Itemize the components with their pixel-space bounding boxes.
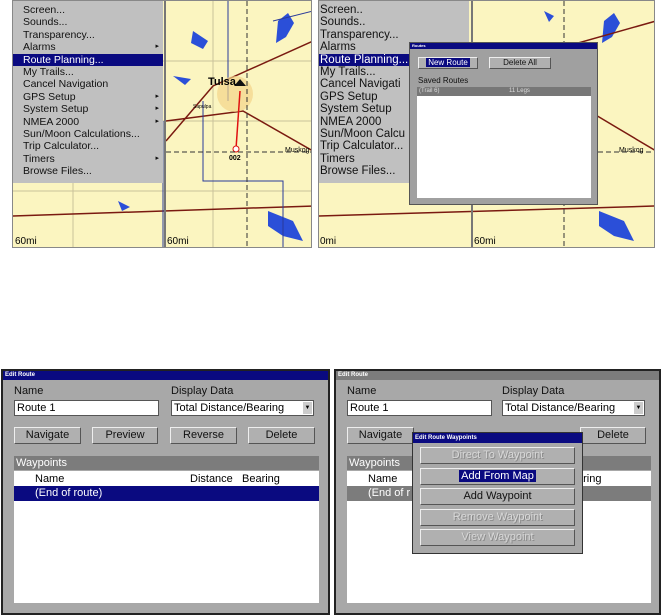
menu-item-label: Sun/Moon Calculations... (23, 127, 140, 140)
menu-item-label: My Trails... (23, 65, 74, 78)
menu-item[interactable]: My Trails... (13, 66, 163, 78)
navigate-button[interactable]: Navigate (14, 427, 81, 444)
popup-item[interactable]: Add Waypoint (420, 488, 575, 505)
waypoints-list[interactable]: Name Distance Bearing (End of route) (14, 471, 319, 603)
display-data-value: Total Distance/Bearing (505, 402, 616, 414)
preview-button[interactable]: Preview (92, 427, 158, 444)
menu-item[interactable]: Alarms ▸ (13, 41, 163, 53)
new-route-label: New Route (426, 58, 470, 67)
popup-item[interactable]: View Waypoint (420, 529, 575, 546)
name-label: Name (347, 385, 377, 397)
popup-item-label: Remove Waypoint (452, 510, 543, 523)
popup-item-label: View Waypoint (461, 531, 534, 543)
menu-item-label: NMEA 2000 (23, 115, 80, 128)
route-name: (Trail 6) (419, 88, 440, 94)
menu-item[interactable]: Trip Calculator... (13, 140, 163, 152)
edit-route-waypoints-popup: Edit Route Waypoints Direct To Waypoint A… (412, 432, 583, 554)
window-title: Edit Route (336, 371, 659, 380)
navigate-button[interactable]: Navigate (347, 427, 414, 444)
menu-item[interactable]: Sounds... (13, 16, 163, 28)
menu-item[interactable]: Screen... (13, 4, 163, 16)
popup-item-label: Add From Map (459, 469, 536, 482)
display-data-select[interactable]: Total Distance/Bearing ▼ (502, 400, 645, 416)
menu-item[interactable]: NMEA 2000 ▸ (13, 116, 163, 128)
scale-label: 60mi (15, 236, 37, 247)
submenu-arrow-icon: ▸ (155, 92, 159, 100)
edit-route-window: Edit Route Name Route 1 Display Data Tot… (334, 369, 661, 615)
menu-item-label: GPS Setup (23, 90, 76, 103)
route-row[interactable]: (Trail 6) 11 Legs (417, 87, 591, 96)
town-label: Muskog (285, 147, 310, 154)
routes-dialog: Routes New Route Delete All Saved Routes… (409, 42, 598, 205)
menu-item-label: Alarms (23, 41, 56, 54)
menu-item[interactable]: Route Planning... (13, 53, 163, 66)
divider (164, 1, 166, 247)
town-label: Muskog (619, 147, 644, 154)
waypoint-row[interactable]: (End of route) (14, 486, 319, 501)
popup-item[interactable]: Add From Map (420, 467, 575, 485)
scale-label: 60mi (474, 236, 496, 247)
menu-item[interactable]: Cancel Navigation (13, 78, 163, 90)
name-input[interactable]: Route 1 (347, 400, 492, 416)
edit-route-window: Edit Route Name Route 1 Display Data Tot… (1, 369, 330, 615)
display-data-label: Display Data (171, 385, 234, 397)
menu-item[interactable]: Sun/Moon Calculations... (13, 128, 163, 140)
menu-item[interactable]: Timers ▸ (13, 153, 163, 165)
menu-item-label: Browse Files... (23, 165, 92, 178)
dialog-title: Routes (410, 43, 597, 49)
menu-item-label: Sounds... (23, 16, 68, 29)
city-label: Tulsa (208, 76, 236, 88)
display-data-label: Display Data (502, 385, 565, 397)
menu-item[interactable]: GPS Setup ▸ (13, 91, 163, 103)
menu-item-label: System Setup (23, 103, 89, 116)
menu-item[interactable]: Browse Files... (13, 165, 163, 177)
menu-item-label: Timers (23, 152, 55, 165)
column-name: Name (35, 473, 65, 485)
popup-title: Edit Route Waypoints (413, 433, 582, 443)
menu-item-label: Route Planning... (23, 53, 104, 66)
new-route-button[interactable]: New Route (418, 57, 478, 69)
submenu-arrow-icon: ▸ (155, 105, 159, 113)
display-data-value: Total Distance/Bearing (174, 402, 285, 414)
delete-all-button[interactable]: Delete All (489, 57, 551, 69)
submenu-arrow-icon: ▸ (155, 117, 159, 125)
waypoints-header: Waypoints (14, 456, 319, 470)
column-distance: Distance (190, 473, 233, 485)
column-bearing: Bearing (242, 473, 280, 485)
popup-item[interactable]: Direct To Waypoint (420, 447, 575, 464)
popup-item-label: Direct To Waypoint (451, 449, 544, 461)
menu-item-label: Cancel Navigation (23, 78, 109, 91)
delete-button[interactable]: Delete (580, 427, 646, 444)
name-label: Name (14, 385, 44, 397)
menu-item[interactable]: Transparency... (319, 29, 469, 41)
menu-item-label: Transparency... (23, 28, 95, 41)
menu-item[interactable]: Transparency... (13, 29, 163, 41)
reverse-button[interactable]: Reverse (170, 427, 237, 444)
menu-item[interactable]: Sounds.. (319, 16, 469, 28)
submenu-arrow-icon: ▸ (155, 154, 159, 162)
main-menu: Screen... Sounds... Transparency... Alarms ▸… (13, 1, 163, 183)
saved-routes-label: Saved Routes (418, 76, 469, 85)
menu-item[interactable]: Screen.. (319, 4, 469, 16)
route-legs: 11 Legs (509, 88, 530, 94)
popup-item-label: Add Waypoint (463, 490, 532, 502)
menu-item-label: Screen... (23, 4, 66, 16)
display-data-select[interactable]: Total Distance/Bearing ▼ (171, 400, 314, 416)
menu-item[interactable]: System Setup ▸ (13, 103, 163, 115)
scale-label: 0mi (320, 236, 337, 247)
chevron-down-icon[interactable]: ▼ (303, 402, 312, 414)
popup-item[interactable]: Remove Waypoint (420, 508, 575, 526)
delete-button[interactable]: Delete (248, 427, 315, 444)
window-title: Edit Route (3, 371, 328, 380)
name-input[interactable]: Route 1 (14, 400, 159, 416)
waypoint-label: 002 (229, 155, 241, 162)
submenu-arrow-icon: ▸ (155, 43, 159, 51)
saved-routes-list[interactable]: (Trail 6) 11 Legs (417, 87, 591, 198)
column-name: Name (368, 473, 398, 485)
scale-label: 60mi (167, 236, 189, 247)
menu-item-label: Trip Calculator... (23, 140, 100, 153)
chevron-down-icon[interactable]: ▼ (634, 402, 643, 414)
town-label: Sapulpa (193, 104, 212, 110)
